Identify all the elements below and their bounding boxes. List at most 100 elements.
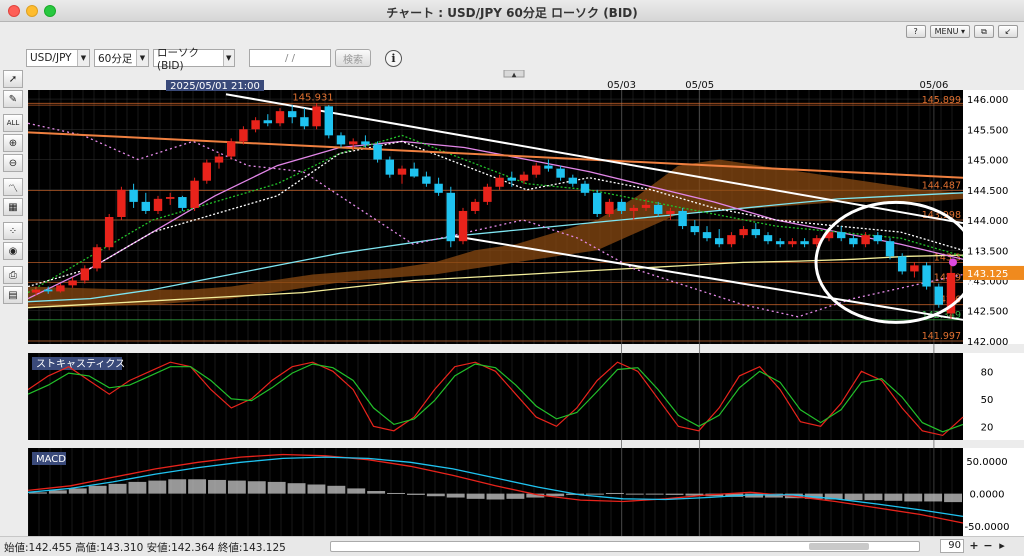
macd-histogram-bar (586, 493, 604, 495)
chart-svg[interactable]: ▲ 146.000 145.500 145.000 144.500 144.000 143.… (27, 69, 1024, 536)
copy-icon[interactable]: ⧉ (974, 25, 994, 38)
pen-icon[interactable]: ✎ (3, 90, 23, 108)
price-tick-label: 144.500 (967, 186, 1008, 197)
candle-body (458, 210, 468, 242)
all-delete-icon[interactable]: ALL (3, 114, 23, 132)
macd-tick-label: 0.0000 (970, 490, 1005, 501)
chart-type-select[interactable]: ローソク(BID) ▼ (153, 47, 235, 72)
candle-body (702, 232, 712, 239)
candle-body (617, 201, 626, 211)
macd-histogram-bar (227, 480, 246, 494)
candle-body (641, 204, 651, 208)
price-level-label: 141.997 (922, 331, 961, 342)
axis-background (963, 353, 1024, 440)
date-label: 05/03 (607, 80, 636, 91)
print-icon[interactable]: ⎙ (3, 266, 23, 284)
macd-histogram-bar (148, 480, 167, 494)
scroll-right-button[interactable]: ▸ (996, 540, 1008, 552)
price-level-label: 145.931 (292, 92, 333, 103)
search-button[interactable]: 検索 (335, 49, 371, 67)
candle-body (568, 177, 578, 184)
candle-body (446, 192, 456, 242)
date-label: 05/05 (685, 80, 714, 91)
macd-histogram-bar (884, 493, 903, 501)
macd-histogram-bar (904, 493, 923, 502)
candle-body (178, 197, 187, 208)
chart-toolbar: USD/JPY ▼ 60分足 ▼ ローソク(BID) ▼ / / 検索 i (26, 47, 402, 72)
candle-body (873, 235, 883, 242)
candle-body (690, 226, 700, 233)
candle-body (312, 106, 321, 127)
dots-icon[interactable]: ⁘ (3, 222, 23, 240)
candle-body (519, 174, 529, 181)
candle-body (92, 247, 102, 269)
macd-histogram-bar (267, 481, 286, 494)
candle-body (531, 165, 541, 175)
chart-area[interactable]: ▲ 146.000 145.500 145.000 144.500 144.000 143.… (27, 69, 1024, 540)
macd-histogram-bar (605, 492, 624, 494)
candle-body (422, 176, 431, 184)
symbol-select[interactable]: USD/JPY ▼ (26, 49, 90, 67)
detach-icon[interactable]: ↙ (998, 25, 1018, 38)
scroll-thumb[interactable] (809, 543, 869, 550)
candle-body (31, 289, 41, 293)
macd-tick-label: -50.0000 (965, 522, 1010, 533)
candle-body (214, 156, 224, 163)
candle-body (239, 129, 248, 142)
macd-histogram-bar (108, 483, 127, 494)
cursor-icon[interactable]: ➚ (3, 70, 23, 88)
chart-type-value: ローソク(BID) (157, 46, 199, 72)
candle-body (788, 241, 797, 245)
candle-body (129, 189, 138, 202)
zoom-out-icon[interactable]: ⊖ (3, 154, 23, 172)
eye-icon[interactable]: ◉ (3, 242, 23, 260)
candle-body (300, 117, 309, 127)
zoom-level[interactable]: 90 (940, 539, 964, 553)
candle-body (507, 177, 517, 181)
macd-histogram-bar (347, 488, 366, 494)
macd-histogram-bar (466, 493, 485, 499)
table-icon[interactable]: ▦ (3, 198, 23, 216)
menu-button[interactable]: MENU ▾ (929, 25, 970, 38)
current-marker (949, 258, 957, 267)
candle-body (117, 189, 126, 217)
price-tick-label: 142.000 (967, 337, 1008, 348)
stoch-tick-label: 20 (981, 422, 994, 433)
current-price-label: 143.125 (967, 269, 1008, 280)
candle-body (897, 256, 907, 272)
chevron-down-icon: ▼ (222, 50, 234, 66)
price-tick-label: 145.500 (967, 125, 1008, 136)
help-button[interactable]: ? (905, 25, 926, 38)
candle-body (409, 168, 419, 177)
zoom-out-button[interactable]: − (982, 540, 994, 552)
zoom-in-button[interactable]: + (968, 540, 980, 552)
symbol-value: USD/JPY (30, 52, 72, 64)
candle-body (190, 180, 199, 208)
candle-body (80, 268, 90, 281)
date-input[interactable]: / / (249, 49, 331, 67)
settings-icon[interactable]: ▤ (3, 286, 23, 304)
price-level-label: 145.899 (922, 95, 961, 106)
macd-histogram-bar (446, 493, 465, 498)
panel-background (28, 90, 963, 344)
candle-body (763, 235, 773, 242)
info-icon[interactable]: i (385, 49, 402, 67)
chart-scrollbar[interactable] (330, 541, 920, 552)
macd-histogram-bar (307, 484, 326, 494)
zoom-in-icon[interactable]: ⊕ (3, 134, 23, 152)
macd-tick-label: 50.0000 (966, 457, 1007, 468)
candle-body (104, 217, 114, 248)
line-chart-icon[interactable]: 〽 (3, 178, 23, 196)
candle-body (251, 120, 260, 130)
candle-body (483, 186, 492, 202)
status-bar: 始値:142.455 高値:143.310 安値:142.364 終値:143.… (0, 536, 1024, 556)
candle-body (165, 197, 175, 199)
candle-body (629, 207, 639, 211)
candle-body (275, 111, 285, 124)
candle-body (605, 201, 614, 214)
timeframe-select[interactable]: 60分足 ▼ (94, 49, 149, 67)
macd-histogram-bar (88, 485, 107, 494)
candle-body (885, 241, 895, 257)
stoch-tick-label: 50 (981, 395, 994, 406)
macd-histogram-bar (208, 479, 226, 494)
